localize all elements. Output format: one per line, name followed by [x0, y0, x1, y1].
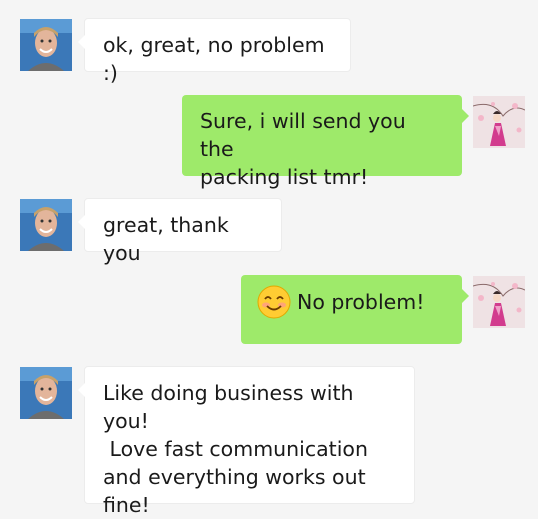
- outgoing-message[interactable]: Sure, i will send you the packing list t…: [182, 95, 469, 189]
- message-text: Sure, i will send you the packing list t…: [200, 109, 406, 189]
- incoming-message[interactable]: ok, great, no problem :): [78, 18, 351, 85]
- message-text: ok, great, no problem :): [103, 33, 332, 85]
- message-text: great, thank you: [103, 213, 236, 265]
- contact-avatar[interactable]: [20, 199, 72, 251]
- contact-avatar[interactable]: [20, 367, 72, 419]
- outgoing-message[interactable]: No problem!: [241, 275, 469, 344]
- my-avatar[interactable]: [473, 96, 525, 148]
- contact-avatar[interactable]: [20, 19, 72, 71]
- message-text: Like doing business with you! Love fast …: [103, 381, 368, 517]
- message-text: No problem!: [297, 290, 425, 314]
- my-avatar[interactable]: [473, 276, 525, 328]
- incoming-message[interactable]: great, thank you: [78, 198, 282, 265]
- incoming-message[interactable]: Like doing business with you! Love fast …: [78, 366, 415, 517]
- smiling-face-emoji-icon: [257, 285, 291, 319]
